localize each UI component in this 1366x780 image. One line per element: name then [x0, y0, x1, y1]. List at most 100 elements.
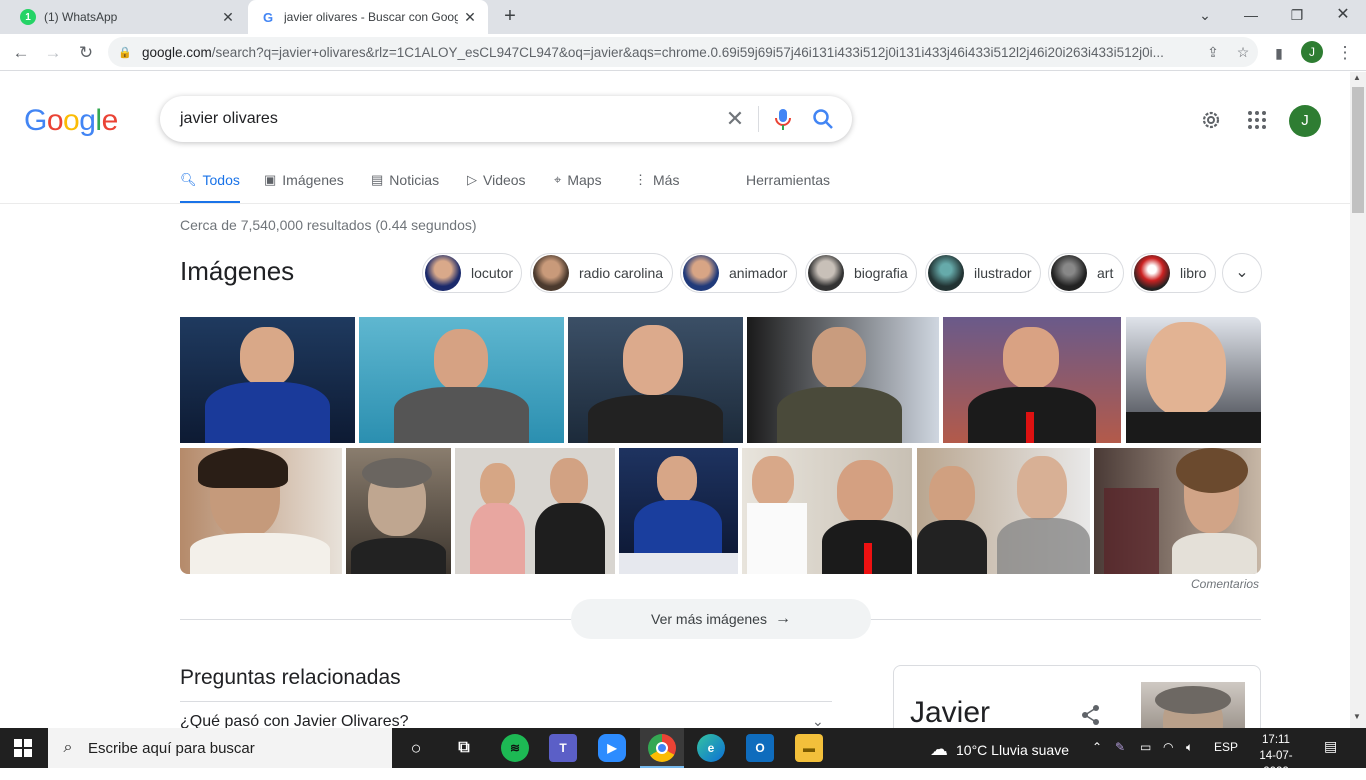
tab-videos[interactable]: ▷ Videos	[467, 168, 526, 204]
close-tab-icon[interactable]: ✕	[458, 9, 482, 26]
settings-gear-icon[interactable]	[1199, 108, 1223, 132]
teams-icon[interactable]: T	[549, 734, 577, 762]
outlook-icon[interactable]: O	[746, 734, 774, 762]
more-images-button[interactable]: Ver más imágenes →	[571, 599, 871, 639]
chip-thumbnail	[533, 255, 569, 291]
feedback-link[interactable]: Comentarios	[1191, 577, 1259, 591]
image-thumbnail[interactable]	[359, 317, 564, 443]
chip-ilustrador[interactable]: ilustrador	[925, 253, 1041, 293]
cortana-icon[interactable]: ○	[402, 734, 430, 762]
back-arrow-icon[interactable]: ←	[8, 40, 34, 66]
chip-animador[interactable]: animador	[680, 253, 797, 293]
browser-toolbar: ← → ↻ 🔒 google.com/search?q=javier+oliva…	[0, 34, 1366, 71]
share-icon[interactable]: ⇪	[1198, 44, 1228, 61]
image-thumbnail[interactable]	[619, 448, 738, 574]
zoom-icon[interactable]: ▶	[598, 734, 626, 762]
browser-tab-strip: 1 (1) WhatsApp ✕ G javier olivares - Bus…	[0, 0, 1366, 34]
volume-icon[interactable]: 🔈︎	[1186, 740, 1193, 755]
tab-noticias[interactable]: ▤ Noticias	[371, 168, 439, 204]
weather-widget[interactable]: ☁ 10°C Lluvia suave	[930, 739, 1069, 760]
tab-todos[interactable]: 🔍︎ Todos	[180, 168, 240, 204]
image-thumbnail[interactable]	[568, 317, 743, 443]
image-icon: ▣	[264, 172, 277, 187]
menu-kebab-icon[interactable]: ⋮	[1332, 40, 1358, 66]
image-thumbnail[interactable]	[180, 317, 355, 443]
reload-icon[interactable]: ↻	[73, 40, 99, 66]
edge-icon[interactable]: e	[697, 734, 725, 762]
google-logo[interactable]: Google	[24, 104, 118, 138]
image-thumbnail[interactable]	[1094, 448, 1261, 574]
url-text: google.com/search?q=javier+olivares&rlz=…	[142, 44, 1164, 60]
bookmark-star-icon[interactable]: ☆	[1228, 44, 1258, 61]
search-box[interactable]: javier olivares ✕	[160, 96, 852, 142]
image-thumbnail[interactable]	[917, 448, 1090, 574]
new-tab-button[interactable]: +	[498, 4, 522, 28]
chip-biografia[interactable]: biografia	[805, 253, 917, 293]
scroll-up-arrow-icon[interactable]: ▲	[1353, 73, 1361, 82]
tab-search-chevron-icon[interactable]: ⌄	[1182, 0, 1228, 34]
search-input[interactable]: javier olivares	[180, 110, 278, 128]
tab-maps[interactable]: ⌖ Maps	[554, 168, 602, 204]
restore-button[interactable]: ❐	[1274, 0, 1320, 34]
tab-google-search[interactable]: G javier olivares - Buscar con Goog ✕	[248, 0, 488, 34]
chrome-icon[interactable]	[648, 734, 676, 762]
scroll-down-arrow-icon[interactable]: ▼	[1353, 712, 1361, 721]
taskbar-search-box[interactable]: ⌕ Escribe aquí para buscar	[48, 728, 392, 768]
divider	[758, 106, 759, 132]
search-icon[interactable]	[810, 106, 836, 132]
spotify-icon[interactable]: ≋	[501, 734, 529, 762]
more-vert-icon: ⋮	[634, 172, 647, 187]
profile-avatar[interactable]: J	[1301, 41, 1323, 63]
chip-thumbnail	[425, 255, 461, 291]
image-thumbnail[interactable]	[742, 448, 912, 574]
image-thumbnail[interactable]	[346, 448, 451, 574]
address-bar[interactable]: 🔒 google.com/search?q=javier+olivares&rl…	[108, 37, 1258, 67]
tab-imagenes[interactable]: ▣ Imágenes	[264, 168, 344, 204]
language-indicator[interactable]: ESP	[1214, 740, 1238, 754]
arrow-right-icon: →	[774, 610, 791, 627]
chip-radio-carolina[interactable]: radio carolina	[530, 253, 673, 293]
chip-thumbnail	[928, 255, 964, 291]
chevron-up-icon[interactable]: ⌃	[1092, 740, 1102, 754]
tab-whatsapp[interactable]: 1 (1) WhatsApp ✕	[8, 0, 246, 34]
notifications-icon[interactable]: ▤	[1324, 738, 1337, 755]
forward-arrow-icon[interactable]: →	[40, 40, 66, 66]
lock-icon: 🔒	[118, 46, 132, 59]
close-window-button[interactable]: ✕	[1320, 0, 1366, 34]
result-stats: Cerca de 7,540,000 resultados (0.44 segu…	[180, 217, 477, 233]
chip-locutor[interactable]: locutor	[422, 253, 522, 293]
chip-libro[interactable]: libro	[1131, 253, 1216, 293]
image-thumbnail[interactable]	[180, 448, 342, 574]
pen-icon[interactable]: ✎	[1115, 740, 1125, 754]
apps-grid-icon[interactable]	[1245, 108, 1269, 132]
chip-art[interactable]: art	[1048, 253, 1124, 293]
tab-herramientas[interactable]: Herramientas	[746, 168, 830, 204]
share-icon[interactable]	[1080, 704, 1102, 726]
whatsapp-icon: 1	[20, 9, 36, 25]
chip-thumbnail	[808, 255, 844, 291]
tab-title: javier olivares - Buscar con Goog	[284, 10, 458, 24]
side-panel-icon[interactable]: ▮	[1266, 40, 1292, 66]
tab-mas[interactable]: ⋮ Más	[634, 168, 679, 204]
tab-title: (1) WhatsApp	[44, 10, 118, 24]
news-icon: ▤	[371, 172, 384, 187]
clear-search-icon[interactable]: ✕	[722, 106, 748, 132]
windows-start-icon[interactable]	[14, 739, 32, 757]
image-thumbnail[interactable]	[943, 317, 1121, 443]
minimize-button[interactable]: —	[1228, 0, 1274, 34]
file-explorer-icon[interactable]: ▬	[795, 734, 823, 762]
close-tab-icon[interactable]: ✕	[216, 9, 240, 26]
image-thumbnail[interactable]	[455, 448, 615, 574]
microphone-icon[interactable]	[772, 106, 794, 132]
google-g-icon: G	[260, 9, 276, 25]
images-section-title: Imágenes	[180, 256, 295, 286]
chevron-down-icon[interactable]: ⌄	[1222, 253, 1262, 293]
wifi-icon[interactable]: ◠	[1163, 740, 1173, 754]
battery-icon[interactable]: ▭	[1140, 740, 1151, 754]
task-view-icon[interactable]: ⧉	[450, 734, 478, 762]
image-thumbnail[interactable]	[1126, 317, 1261, 443]
image-thumbnail[interactable]	[747, 317, 939, 443]
account-avatar[interactable]: J	[1289, 105, 1321, 137]
taskbar-clock[interactable]: 17:11 14-07-2022	[1248, 732, 1304, 780]
scrollbar-thumb[interactable]	[1352, 87, 1364, 213]
